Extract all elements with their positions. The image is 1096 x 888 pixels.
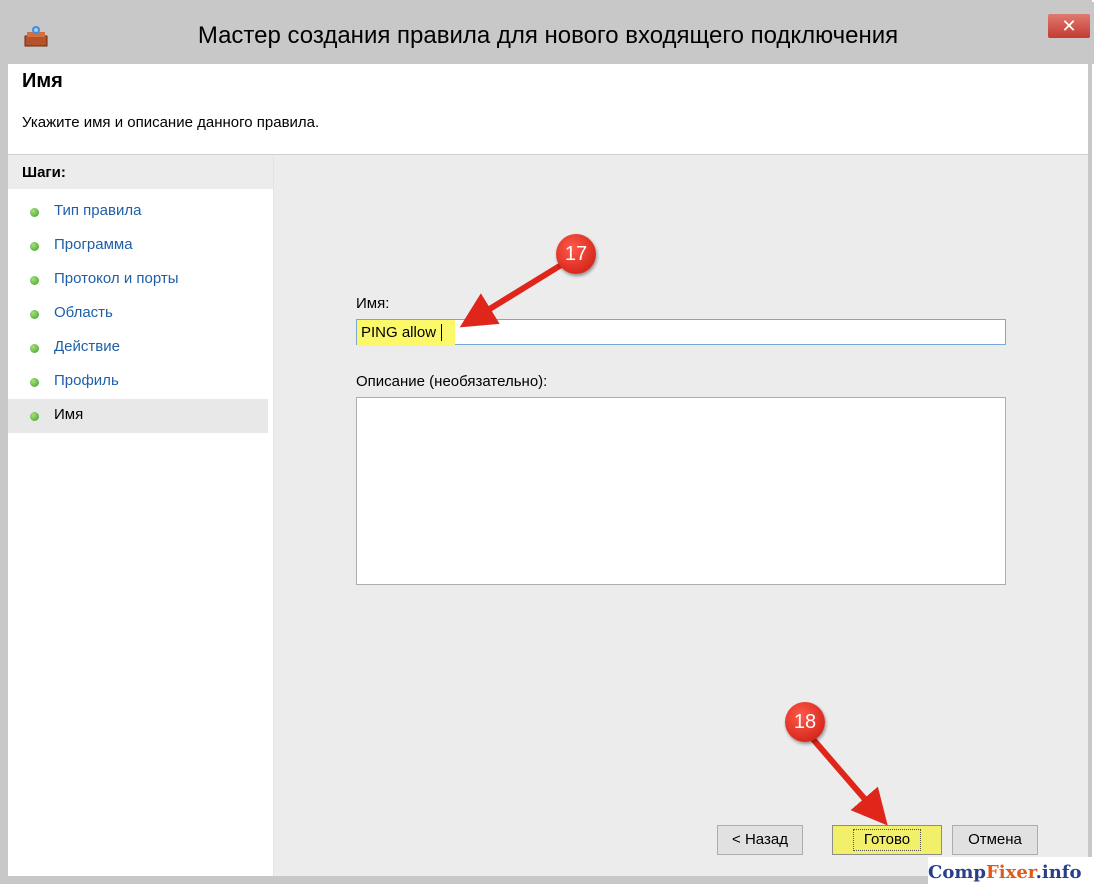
close-button[interactable]: ✕ — [1048, 14, 1090, 38]
page-title: Имя — [22, 70, 63, 92]
page-header: Имя Укажите имя и описание данного прави… — [8, 64, 1088, 155]
step-badge-18: 18 — [785, 702, 825, 742]
page-subtitle: Укажите имя и описание данного правила. — [22, 114, 320, 131]
watermark: CompFixer.info — [928, 857, 1096, 888]
step-label: Область — [54, 304, 113, 321]
step-scope[interactable]: Область — [8, 297, 268, 331]
text-caret — [441, 324, 442, 341]
close-icon: ✕ — [1061, 16, 1077, 36]
wizard-content: Имя Укажите имя и описание данного прави… — [8, 64, 1088, 876]
step-label: Действие — [54, 338, 120, 355]
step-bullet-icon — [30, 310, 39, 319]
watermark-part2: Fixer — [985, 862, 1036, 883]
step-protocol-ports[interactable]: Протокол и порты — [8, 263, 268, 297]
step-bullet-icon — [30, 344, 39, 353]
steps-title-label: Шаги: — [22, 164, 66, 181]
step-rule-type[interactable]: Тип правила — [8, 195, 268, 229]
description-field-label: Описание (необязательно): — [356, 373, 548, 390]
step-badge-17: 17 — [556, 234, 596, 274]
finish-button[interactable]: Готово — [832, 825, 942, 855]
back-button[interactable]: < Назад — [717, 825, 803, 855]
step-bullet-icon — [30, 242, 39, 251]
step-profile[interactable]: Профиль — [8, 365, 268, 399]
name-field-label: Имя: — [356, 295, 390, 312]
step-label: Программа — [54, 236, 133, 253]
watermark-part3: .info — [1035, 862, 1082, 883]
watermark-part1: Comp — [928, 862, 986, 883]
step-label: Профиль — [54, 372, 119, 389]
wizard-window: Мастер создания правила для нового входя… — [0, 0, 1094, 884]
step-action[interactable]: Действие — [8, 331, 268, 365]
window-title: Мастер создания правила для нового входя… — [197, 22, 899, 49]
step-bullet-icon — [30, 412, 39, 421]
step-label: Протокол и порты — [54, 270, 179, 287]
step-bullet-icon — [30, 378, 39, 387]
form-panel: Имя: PING allow Описание (необязательно)… — [274, 155, 1088, 876]
step-bullet-icon — [30, 276, 39, 285]
steps-title: Шаги: — [8, 155, 273, 189]
steps-panel: Шаги: Тип правила Программа Протокол и п… — [8, 155, 274, 876]
name-input-value: PING allow — [361, 324, 437, 341]
step-label: Тип правила — [54, 202, 142, 219]
title-bar[interactable]: Мастер создания правила для нового входя… — [2, 2, 1094, 64]
finish-button-label: Готово — [852, 829, 922, 851]
cancel-button[interactable]: Отмена — [952, 825, 1038, 855]
name-input[interactable]: PING allow — [356, 319, 1006, 346]
step-program[interactable]: Программа — [8, 229, 268, 263]
step-name[interactable]: Имя — [8, 399, 268, 433]
description-textarea[interactable] — [356, 397, 1006, 585]
step-bullet-icon — [30, 208, 39, 217]
step-label: Имя — [54, 406, 84, 423]
